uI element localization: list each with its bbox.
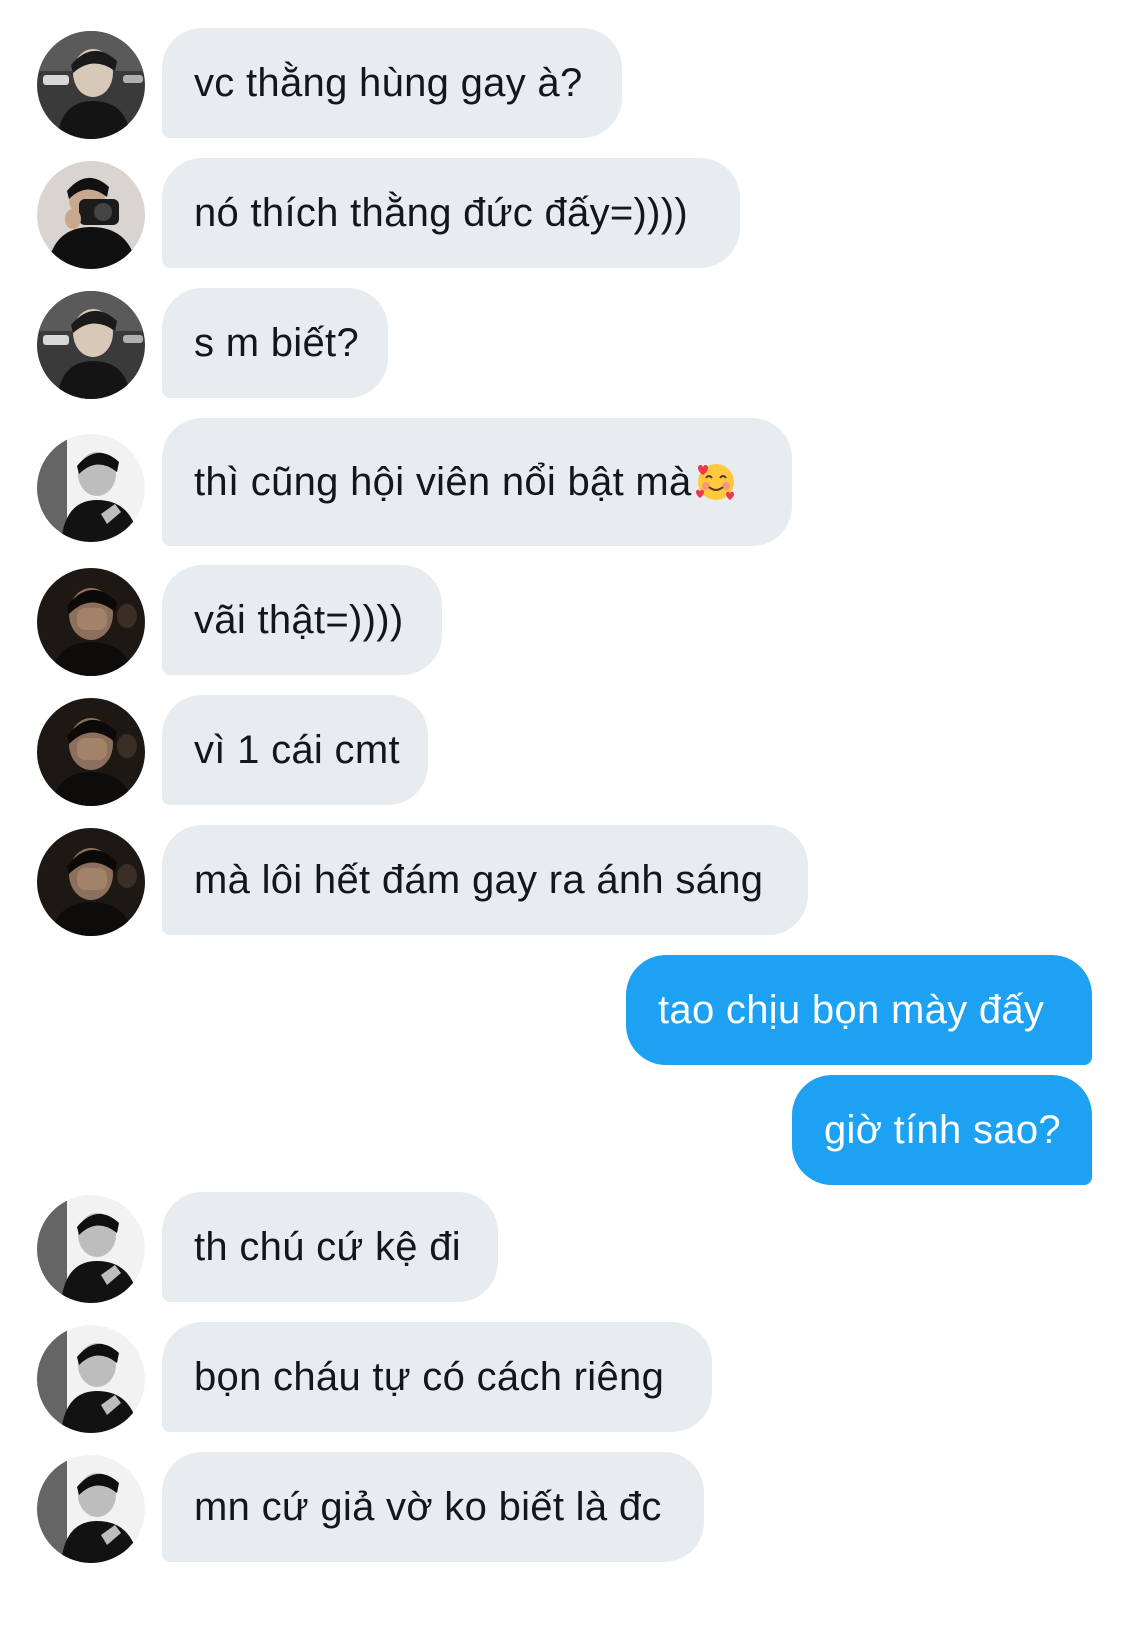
avatar-photo-icon (37, 568, 145, 676)
avatar-photo-icon (37, 161, 145, 269)
message-bubble-incoming[interactable]: bọn cháu tự có cách riêng (162, 1322, 712, 1432)
message-bubble-outgoing[interactable]: tao chịu bọn mày đấy (626, 955, 1092, 1065)
message-text: tao chịu bọn mày đấy (658, 987, 1045, 1032)
message-row: nó thích thằng đức đấy=)))) (0, 158, 1125, 269)
avatar-photo-icon (37, 698, 145, 806)
message-text: giờ tính sao? (824, 1107, 1061, 1152)
message-row: vãi thật=)))) (0, 565, 1125, 676)
message-text: mà lôi hết đám gay ra ánh sáng (194, 857, 764, 902)
user-avatar[interactable] (37, 434, 145, 542)
message-row: bọn cháu tự có cách riêng (0, 1322, 1125, 1433)
message-text: vì 1 cái cmt (194, 727, 400, 772)
user-avatar[interactable] (37, 828, 145, 936)
user-avatar[interactable] (37, 1325, 145, 1433)
user-avatar[interactable] (37, 568, 145, 676)
smiling-face-with-hearts-icon (695, 464, 734, 500)
message-text: s m biết? (194, 320, 359, 365)
user-avatar[interactable] (37, 1455, 145, 1563)
message-text: bọn cháu tự có cách riêng (194, 1354, 665, 1399)
message-bubble-incoming[interactable]: vãi thật=)))) (162, 565, 442, 675)
message-text: nó thích thằng đức đấy=)))) (194, 190, 689, 235)
message-bubble-incoming[interactable]: mn cứ giả vờ ko biết là đc (162, 1452, 704, 1562)
message-bubble-incoming[interactable]: thì cũng hội viên nổi bật mà (162, 418, 792, 546)
avatar-photo-icon (37, 1195, 145, 1303)
message-text: vãi thật=)))) (194, 597, 404, 642)
message-text: thì cũng hội viên nổi bật mà (194, 459, 692, 504)
message-row: mà lôi hết đám gay ra ánh sáng (0, 825, 1125, 936)
message-row: mn cứ giả vờ ko biết là đc (0, 1452, 1125, 1563)
avatar-photo-icon (37, 828, 145, 936)
message-row: s m biết? (0, 288, 1125, 399)
avatar-photo-icon (37, 31, 145, 139)
user-avatar[interactable] (37, 698, 145, 806)
message-bubble-incoming[interactable]: nó thích thằng đức đấy=)))) (162, 158, 740, 268)
avatar-photo-icon (37, 291, 145, 399)
user-avatar[interactable] (37, 1195, 145, 1303)
message-row: th chú cứ kệ đi (0, 1192, 1125, 1303)
user-avatar[interactable] (37, 291, 145, 399)
message-text: th chú cứ kệ đi (194, 1224, 461, 1269)
message-row: giờ tính sao? (0, 1075, 1125, 1185)
message-bubble-outgoing[interactable]: giờ tính sao? (792, 1075, 1092, 1185)
message-bubble-incoming[interactable]: mà lôi hết đám gay ra ánh sáng (162, 825, 808, 935)
avatar-photo-icon (37, 434, 145, 542)
message-row: thì cũng hội viên nổi bật mà (0, 418, 1125, 546)
avatar-photo-icon (37, 1325, 145, 1433)
message-bubble-incoming[interactable]: th chú cứ kệ đi (162, 1192, 498, 1302)
message-row: tao chịu bọn mày đấy (0, 955, 1125, 1065)
user-avatar[interactable] (37, 161, 145, 269)
message-bubble-incoming[interactable]: vc thằng hùng gay à? (162, 28, 622, 138)
message-bubble-incoming[interactable]: s m biết? (162, 288, 388, 398)
message-row: vì 1 cái cmt (0, 695, 1125, 806)
user-avatar[interactable] (37, 31, 145, 139)
message-text: mn cứ giả vờ ko biết là đc (194, 1484, 662, 1529)
message-row: vc thằng hùng gay à? (0, 28, 1125, 139)
message-bubble-incoming[interactable]: vì 1 cái cmt (162, 695, 428, 805)
avatar-photo-icon (37, 1455, 145, 1563)
message-text: vc thằng hùng gay à? (194, 60, 583, 105)
